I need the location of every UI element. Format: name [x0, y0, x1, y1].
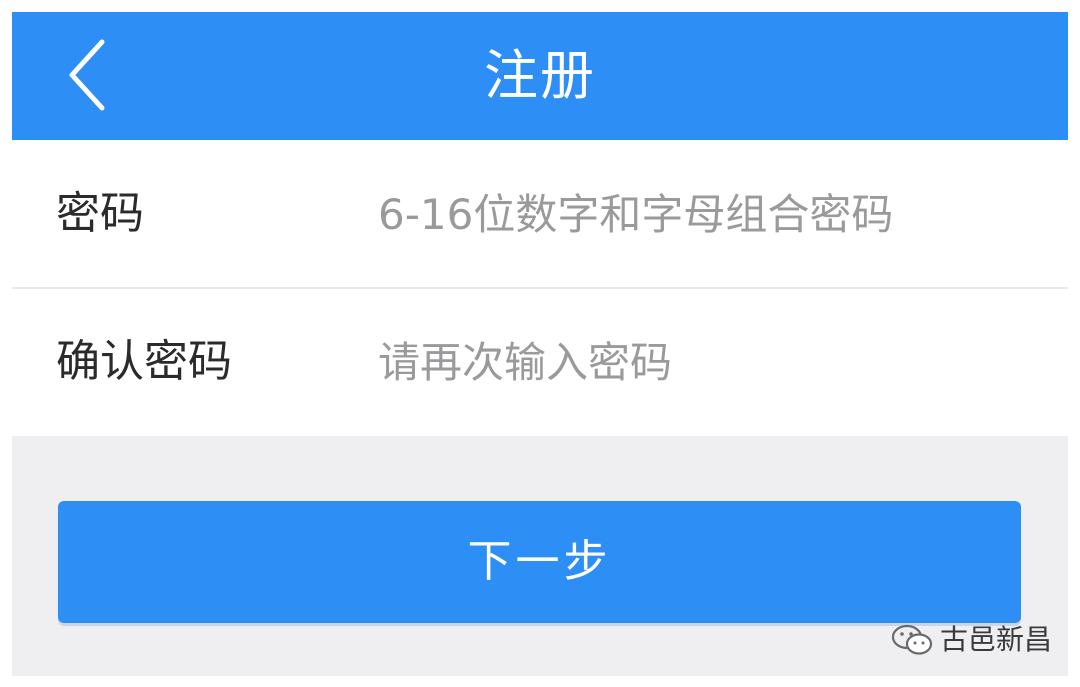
password-row: 密码 — [12, 140, 1068, 289]
wechat-icon — [891, 624, 933, 655]
password-input[interactable] — [374, 174, 1042, 254]
password-label: 密码 — [56, 188, 144, 239]
screenshot-frame: 注册 密码 确认密码 下一步 古邑新昌 — [0, 0, 1080, 687]
page-title: 注册 — [484, 44, 596, 107]
confirm-password-input[interactable] — [374, 322, 1042, 402]
register-screen: 注册 密码 确认密码 下一步 — [12, 12, 1068, 676]
confirm-password-label: 确认密码 — [56, 336, 232, 387]
back-button[interactable] — [52, 30, 132, 120]
watermark-text: 古邑新昌 — [940, 623, 1053, 656]
next-step-button[interactable]: 下一步 — [58, 501, 1021, 623]
navbar: 注册 — [12, 12, 1068, 140]
watermark: 古邑新昌 — [890, 618, 1060, 662]
confirm-password-row: 确认密码 — [12, 288, 1068, 436]
chevron-left-icon — [69, 39, 105, 111]
register-form: 密码 确认密码 — [12, 140, 1068, 436]
